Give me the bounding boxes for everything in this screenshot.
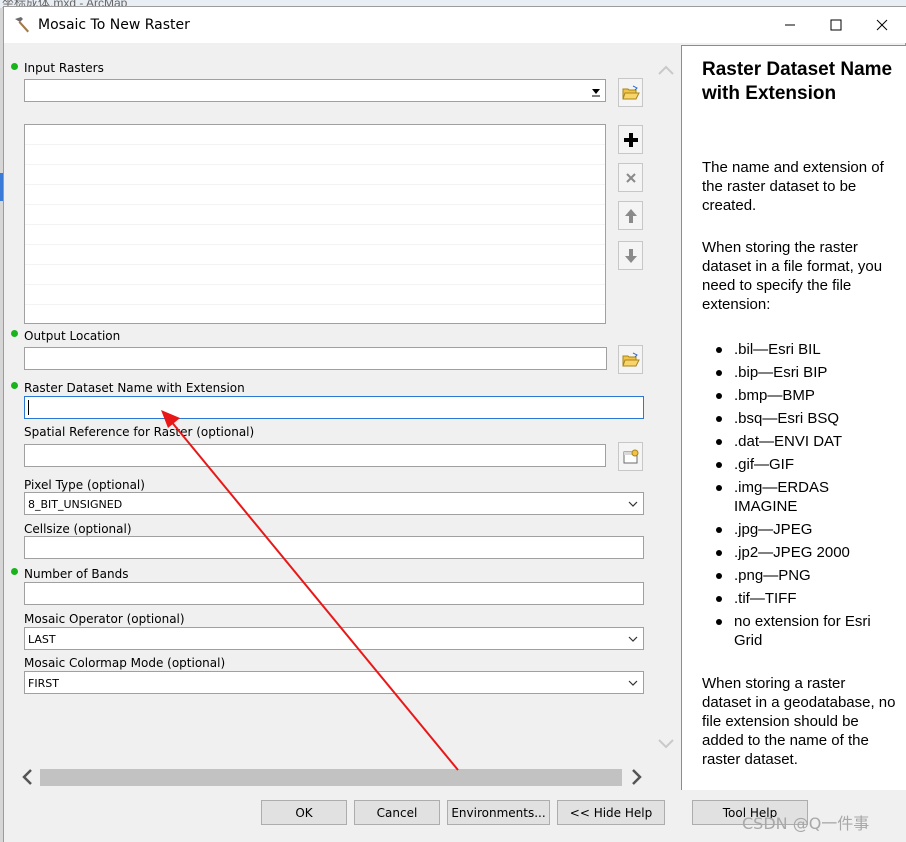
number-of-bands-input[interactable]: [24, 582, 644, 605]
input-rasters-dropdown[interactable]: [24, 79, 606, 102]
mosaic-dialog: Mosaic To New Raster Input Rasters Outpu…: [3, 6, 906, 842]
pixel-type-value: 8_BIT_UNSIGNED: [28, 498, 123, 511]
cellsize-input[interactable]: [24, 536, 644, 559]
maximize-icon: [830, 19, 842, 31]
list-item: .tif—TIFF: [716, 589, 894, 608]
horizontal-scrollbar[interactable]: [18, 765, 648, 787]
spatial-reference-properties-button[interactable]: [618, 442, 643, 471]
ok-button[interactable]: OK: [261, 800, 347, 825]
move-up-button[interactable]: [618, 201, 643, 230]
browse-input-button[interactable]: [618, 78, 643, 107]
colormap-mode-select[interactable]: FIRST: [24, 671, 644, 694]
list-item: .bmp—BMP: [716, 386, 894, 405]
properties-icon: [623, 449, 638, 463]
list-item: .jpg—JPEG: [716, 520, 894, 539]
dataset-name-label: Raster Dataset Name with Extension: [24, 381, 245, 395]
required-indicator: [11, 63, 18, 70]
colormap-mode-label: Mosaic Colormap Mode (optional): [24, 656, 226, 670]
chevron-down-icon: [628, 636, 638, 642]
hide-help-button[interactable]: << Hide Help: [557, 800, 665, 825]
chevron-down-icon: [628, 501, 638, 507]
list-item: .bip—Esri BIP: [716, 363, 894, 382]
dataset-name-input[interactable]: [24, 396, 644, 419]
minimize-button[interactable]: [767, 7, 813, 43]
mosaic-operator-value: LAST: [28, 633, 56, 646]
cancel-button[interactable]: Cancel: [354, 800, 440, 825]
spatial-reference-input[interactable]: [24, 444, 606, 467]
remove-raster-button[interactable]: [618, 163, 643, 192]
open-folder-icon: [621, 352, 640, 366]
required-indicator: [11, 330, 18, 337]
input-rasters-list[interactable]: [24, 124, 606, 324]
colormap-mode-value: FIRST: [28, 677, 59, 690]
pixel-type-label: Pixel Type (optional): [24, 478, 145, 492]
chevron-down-icon: [628, 680, 638, 686]
hammer-icon: [15, 17, 29, 33]
number-of-bands-label: Number of Bands: [24, 567, 129, 581]
list-item: .bsq—Esri BSQ: [716, 409, 894, 428]
mosaic-operator-select[interactable]: LAST: [24, 627, 644, 650]
maximize-button[interactable]: [813, 7, 859, 43]
spatial-reference-label: Spatial Reference for Raster (optional): [24, 425, 255, 439]
text-caret: [28, 400, 29, 415]
list-item: .jp2—JPEG 2000: [716, 543, 894, 562]
scroll-up-icon: [658, 65, 674, 75]
extension-list: .bil—Esri BIL .bip—Esri BIP .bmp—BMP .bs…: [716, 340, 894, 654]
scroll-left-icon: [22, 769, 32, 785]
window-title: Mosaic To New Raster: [38, 17, 190, 33]
plus-icon: [623, 132, 638, 147]
watermark: CSDN @Q一件事: [742, 814, 870, 833]
move-down-button[interactable]: [618, 241, 643, 270]
help-description: The name and extension of the raster dat…: [702, 159, 884, 214]
required-indicator: [11, 568, 18, 575]
remove-icon: [625, 172, 636, 183]
output-location-label: Output Location: [24, 329, 121, 343]
title-bar[interactable]: Mosaic To New Raster: [4, 7, 906, 43]
list-item: .png—PNG: [716, 566, 894, 585]
help-geodatabase-note: When storing a raster dataset in a geoda…: [702, 675, 896, 768]
list-item: .img—ERDAS IMAGINE: [716, 478, 894, 516]
environments-button[interactable]: Environments...: [447, 800, 550, 825]
output-location-input[interactable]: [24, 347, 607, 370]
help-title: Raster Dataset Name with Extension: [702, 59, 893, 104]
add-raster-button[interactable]: [618, 125, 643, 154]
scroll-right-icon: [632, 769, 642, 785]
list-item: no extension for Esri Grid: [716, 612, 894, 650]
pixel-type-select[interactable]: 8_BIT_UNSIGNED: [24, 492, 644, 515]
dropdown-arrow-icon: [592, 89, 600, 97]
list-item: .bil—Esri BIL: [716, 340, 894, 359]
scroll-thumb[interactable]: [40, 769, 622, 786]
input-rasters-label: Input Rasters: [24, 61, 104, 75]
arrow-down-icon: [624, 248, 637, 263]
scroll-down-icon: [658, 739, 674, 749]
list-item: .dat—ENVI DAT: [716, 432, 894, 451]
parameters-pane: Input Rasters Output Location Raster Dat…: [5, 45, 680, 790]
required-indicator: [11, 382, 18, 389]
arrow-up-icon: [624, 208, 637, 223]
help-pane: Raster Dataset Name with Extension The n…: [681, 45, 906, 790]
cellsize-label: Cellsize (optional): [24, 522, 132, 536]
browse-output-button[interactable]: [618, 345, 643, 374]
close-button[interactable]: [859, 7, 905, 43]
open-folder-icon: [621, 85, 640, 99]
close-icon: [876, 19, 888, 31]
help-file-format-note: When storing the raster dataset in a fil…: [702, 239, 883, 313]
vertical-scrollbar[interactable]: [655, 57, 677, 757]
minimize-icon: [785, 24, 795, 26]
list-item: .gif—GIF: [716, 455, 894, 474]
mosaic-operator-label: Mosaic Operator (optional): [24, 612, 185, 626]
